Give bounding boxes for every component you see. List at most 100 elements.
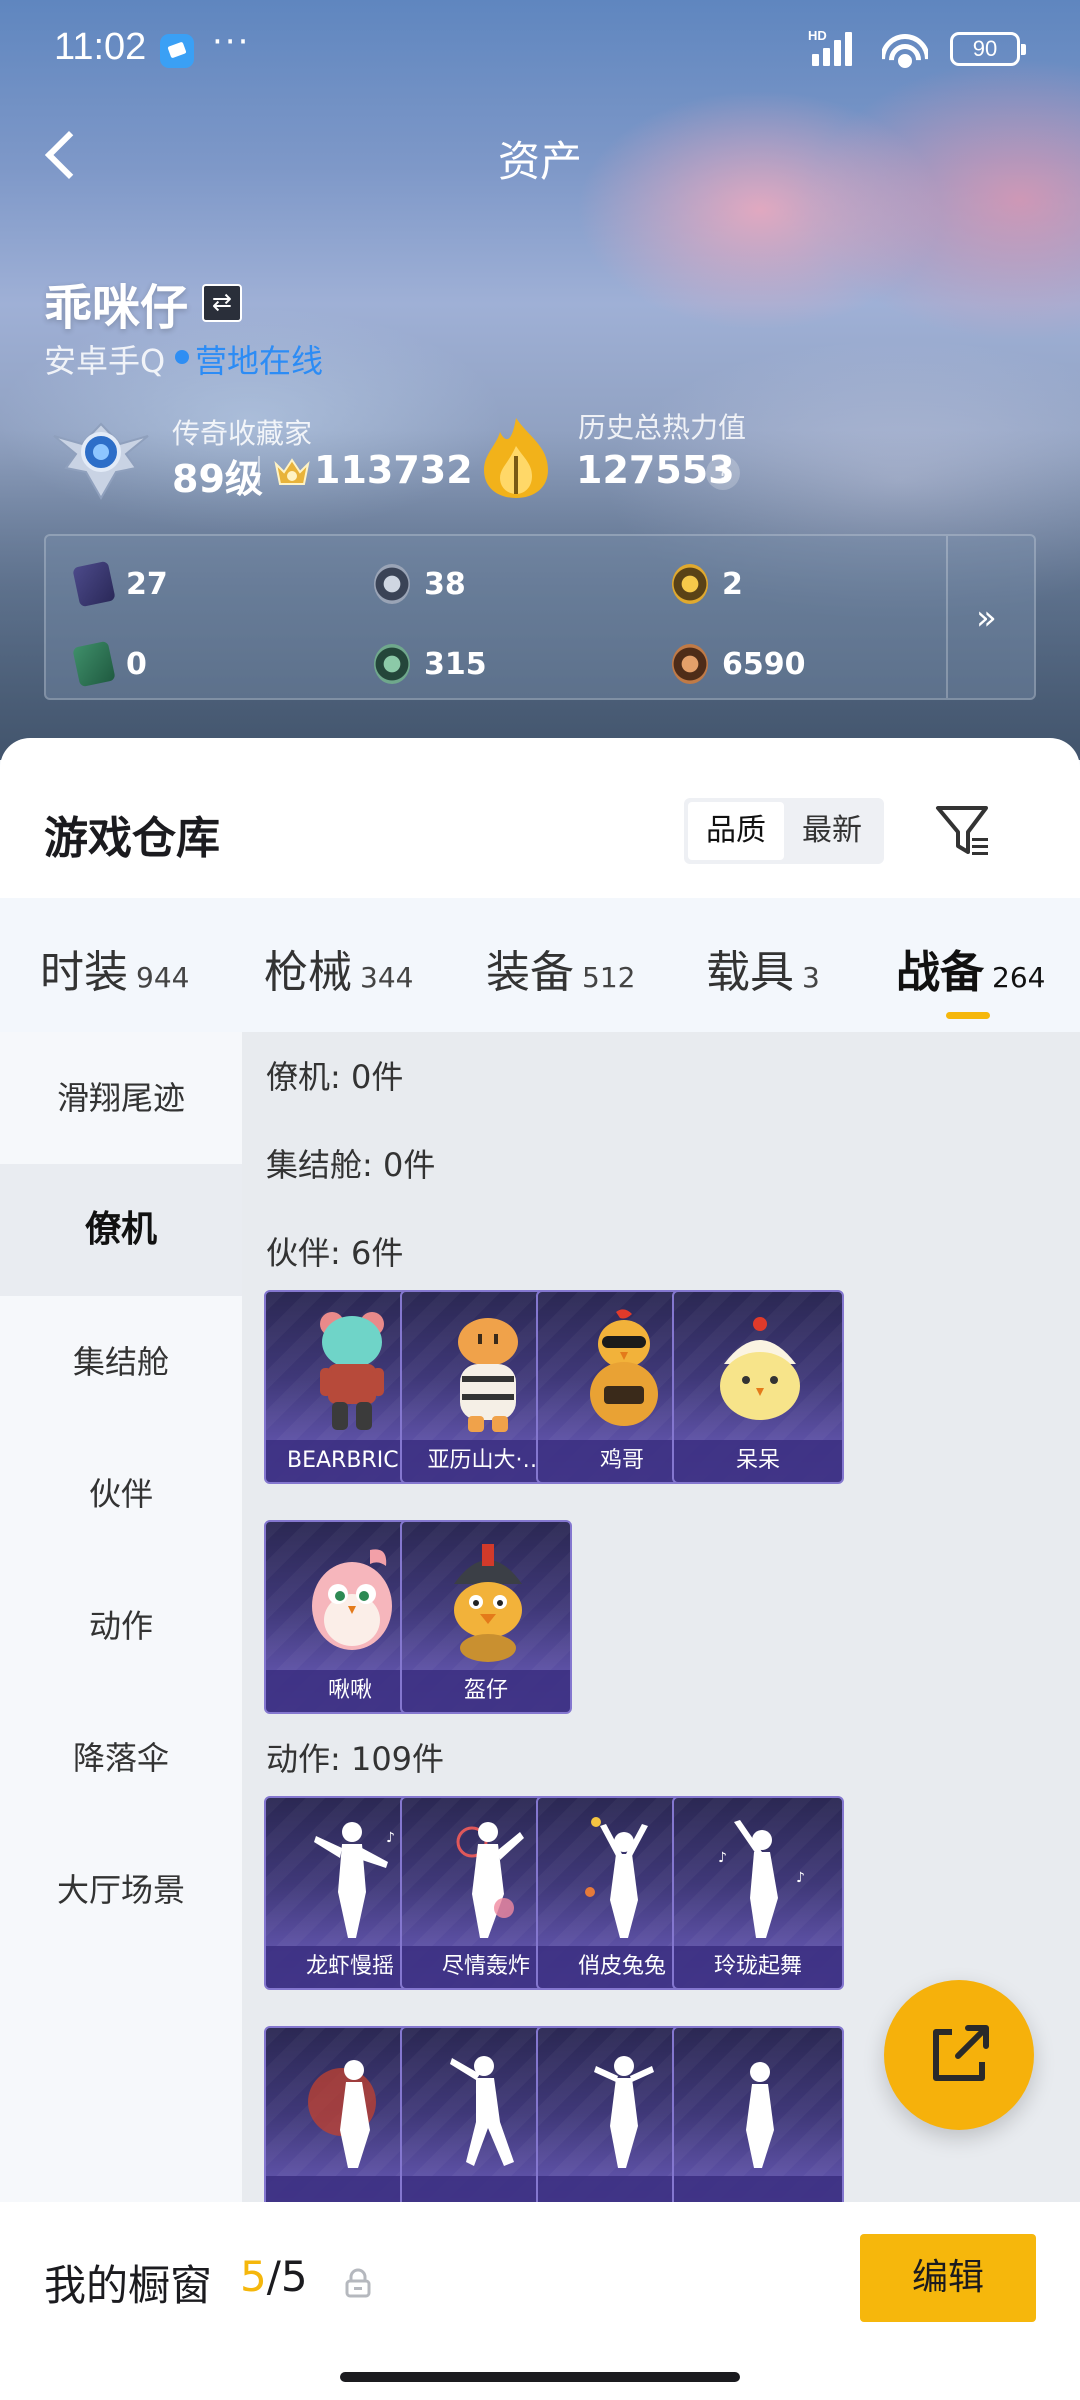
dancer-figure [585, 1817, 648, 1938]
rank-level: 89级 [172, 457, 263, 501]
jade-coin-icon [374, 644, 410, 684]
item-card[interactable]: 盔仔 [400, 1520, 572, 1714]
item-card[interactable] [672, 2026, 844, 2220]
online-status-dot [175, 350, 189, 364]
page-title: 资产 [497, 137, 582, 186]
sidebar-item-parachute[interactable]: 降落伞 [0, 1692, 242, 1824]
silver-coin-icon [374, 564, 410, 604]
showcase-total: /5 [266, 2252, 308, 2301]
app-notification-icon [160, 34, 194, 68]
share-button[interactable] [884, 1980, 1034, 2130]
edit-button[interactable]: 编辑 [860, 2234, 1036, 2322]
collector-badge-icon [53, 422, 149, 501]
currency-value: 38 [424, 566, 466, 602]
status-time: 11:02 [54, 26, 147, 68]
tab-equipment[interactable]: 装备 512 [486, 936, 635, 1000]
double-chevron-right-icon: » [976, 598, 997, 638]
helmet-chick-figure [454, 1544, 522, 1662]
svg-text:♪: ♪ [796, 1870, 805, 1886]
dancer-figure [450, 2056, 514, 2166]
dancer-figure [308, 2060, 376, 2168]
bronze-coin-icon [672, 644, 708, 684]
currency-bronze: 6590 [672, 644, 806, 684]
card-coupon-icon [72, 560, 116, 608]
rank-divider [258, 456, 260, 486]
tab-count: 3 [802, 961, 820, 994]
tab-fashion[interactable]: 时装 944 [40, 936, 189, 1000]
section-emote: 动作: 109件 [266, 1740, 445, 1778]
tab-label: 载具 [706, 947, 794, 998]
chick-figure [720, 1317, 800, 1420]
username: 乖咪仔 [44, 280, 189, 336]
sidebar-item-wingman[interactable]: 僚机 [0, 1164, 242, 1296]
sort-by-newest[interactable]: 最新 [784, 802, 880, 860]
currency-value: 6590 [722, 646, 806, 682]
home-indicator [340, 2372, 740, 2382]
warehouse-title: 游戏仓库 [44, 813, 220, 864]
warehouse-sheet: 游戏仓库 品质 最新 时装 944 枪械 344 装备 512 载具 3 战备 … [0, 738, 1080, 2400]
sort-toggle: 品质 最新 [684, 798, 884, 864]
section-wingman: 僚机: 0件 [266, 1058, 404, 1096]
signal-icon: HD [808, 28, 860, 68]
help-icon[interactable]: ? [706, 456, 740, 490]
currency-value: 2 [722, 566, 743, 602]
svg-text:♪: ♪ [718, 1850, 727, 1866]
tab-count: 944 [136, 961, 190, 994]
wifi-icon [882, 30, 928, 68]
tab-count: 344 [360, 961, 414, 994]
item-name: 盔仔 [402, 1670, 570, 1712]
collector-points: 113732 [314, 448, 473, 492]
tab-count: 264 [992, 961, 1046, 994]
pink-bird-figure [312, 1549, 392, 1650]
sidebar-item-emote[interactable]: 动作 [0, 1560, 242, 1692]
currency-more-button[interactable]: » [946, 536, 1034, 698]
item-card[interactable]: 呆呆 [672, 1290, 844, 1484]
currency-gold: 2 [672, 564, 743, 604]
tab-combat-gear[interactable]: 战备 264 [896, 936, 1045, 1000]
tab-label: 枪械 [264, 947, 352, 998]
sort-by-quality[interactable]: 品质 [688, 802, 784, 860]
item-grid-panel: 僚机: 0件 集结舱: 0件 伙伴: 6件 BEARBRICK 亚历山大·… 鸡… [242, 1032, 1080, 2400]
sidebar-item-partner[interactable]: 伙伴 [0, 1428, 242, 1560]
dancer-figure [456, 1822, 524, 1938]
network-type: HD [808, 28, 827, 43]
section-partner: 伙伴: 6件 [266, 1234, 404, 1272]
sidebar-item-lobby-scene[interactable]: 大厅场景 [0, 1824, 242, 1956]
tab-count: 512 [582, 961, 636, 994]
svg-text:♪: ♪ [386, 1830, 395, 1846]
chicken-figure [590, 1309, 658, 1426]
status-bar: 11:02 ··· HD 90 [0, 0, 1080, 100]
switch-account-icon[interactable]: ⇄ [202, 284, 242, 322]
tab-label: 战备 [896, 947, 984, 998]
currency-card-coupon: 27 [72, 560, 168, 608]
tab-vehicles[interactable]: 载具 3 [706, 936, 820, 1000]
currency-value: 0 [126, 646, 147, 682]
currency-jade: 315 [374, 644, 487, 684]
section-pod: 集结舱: 0件 [266, 1146, 436, 1184]
filter-icon[interactable] [934, 800, 994, 860]
lock-icon [345, 2268, 371, 2298]
sidebar-item-glide-trail[interactable]: 滑翔尾迹 [0, 1032, 242, 1164]
showcase-count: 5/5 [240, 2252, 308, 2301]
sidebar-item-pod[interactable]: 集结舱 [0, 1296, 242, 1428]
rank-title: 传奇收藏家 [172, 417, 313, 450]
status-more-dots: ··· [212, 22, 251, 62]
heat-title: 历史总热力值 [578, 411, 747, 444]
gold-coin-icon [672, 564, 708, 604]
currency-value: 27 [126, 566, 168, 602]
green-card-icon [72, 640, 116, 688]
tab-label: 时装 [40, 947, 128, 998]
dancer-figure [746, 2062, 774, 2168]
currency-silver: 38 [374, 564, 466, 604]
online-status: 营地在线 [195, 342, 324, 380]
currency-green-card: 0 [72, 640, 147, 688]
tab-weapons[interactable]: 枪械 344 [264, 936, 413, 1000]
showcase-bar: 我的橱窗 5/5 编辑 [0, 2202, 1080, 2400]
showcase-current: 5 [240, 2252, 267, 2301]
collector-points-icon [274, 458, 310, 485]
dancer-figure [594, 2056, 654, 2168]
item-name: 玲珑起舞 [674, 1946, 842, 1988]
tiger-figure [458, 1318, 518, 1432]
item-card[interactable]: ♪ ♪ 玲珑起舞 [672, 1796, 844, 1990]
subcategory-sidebar: 滑翔尾迹 僚机 集结舱 伙伴 动作 降落伞 大厅场景 [0, 1032, 242, 2400]
